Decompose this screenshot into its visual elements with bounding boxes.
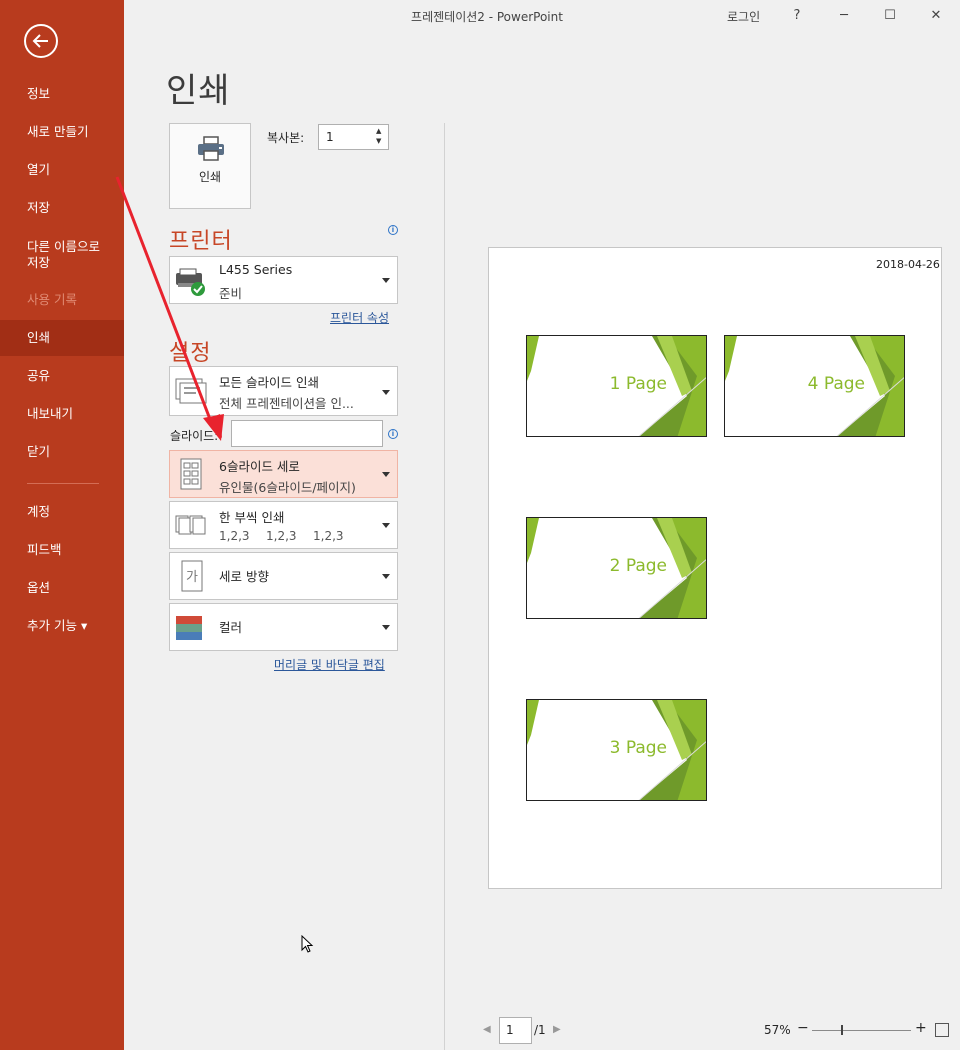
orientation-title: 세로 방향 [219,569,269,584]
copies-label: 복사본: [267,131,305,145]
printer-properties-link[interactable]: 프린터 속성 [330,309,389,326]
fit-to-window-icon[interactable] [935,1023,949,1037]
layout-title: 6슬라이드 세로 [219,459,300,474]
next-page-icon[interactable]: ▶ [553,1024,561,1035]
current-page-input[interactable]: 1 [499,1017,532,1044]
color-mode-icon [176,616,202,640]
orientation-dropdown[interactable]: 가 세로 방향 [169,552,398,600]
chevron-down-icon [382,625,390,630]
title-bar: 프레젠테이션2 - PowerPoint 로그인 ? ─ ☐ ✕ [124,0,960,32]
previous-page-icon[interactable]: ◀ [483,1024,491,1035]
slide-thumbnail: 1 Page [526,335,707,437]
back-button[interactable] [24,24,58,58]
zoom-out-button[interactable]: − [797,1020,809,1036]
sidebar-item-close[interactable]: 닫기 [0,434,124,470]
sidebar-item-print[interactable]: 인쇄 [0,320,124,356]
sidebar-item-share[interactable]: 공유 [0,358,124,394]
preview-date: 2018-04-26 [876,258,940,271]
printer-status: 준비 [219,286,243,301]
maximize-icon[interactable]: ☐ [878,8,902,23]
collation-order: 1,2,3 [219,529,250,543]
info-icon[interactable]: i [388,429,398,439]
portrait-orientation-icon: 가 [181,560,203,592]
collated-icon [175,515,206,535]
sidebar-item-info[interactable]: 정보 [0,76,124,112]
sidebar-item-new[interactable]: 새로 만들기 [0,114,124,150]
handout-layout-icon [180,458,202,490]
help-icon[interactable]: ? [785,8,809,23]
svg-text:가: 가 [186,570,198,585]
collation-order: 1,2,3 [266,529,297,543]
sidebar-item-addins[interactable]: 추가 기능 ▾ [0,608,124,644]
copies-stepper[interactable]: ▲ ▼ [376,126,386,146]
slide-title: 1 Page [609,374,667,394]
print-range-dropdown[interactable]: 모든 슬라이드 인쇄 전체 프레젠테이션을 인... [169,366,398,416]
total-pages: /1 [534,1023,546,1037]
mouse-cursor-icon [301,935,314,953]
slide-thumbnail: 2 Page [526,517,707,619]
sidebar-item-export[interactable]: 내보내기 [0,396,124,432]
info-icon[interactable]: i [388,225,398,235]
print-button-label: 인쇄 [198,170,222,184]
sidebar-item-history: 사용 기록 [27,292,77,307]
collation-dropdown[interactable]: 한 부씩 인쇄 1,2,3 1,2,3 1,2,3 [169,501,398,549]
layout-desc: 유인물(6슬라이드/페이지) [219,480,356,495]
print-preview-page: 2018-04-26 1 Page 4 Page 2 Page 3 Page [488,247,942,889]
chevron-down-icon [382,278,390,283]
sidebar-divider [27,483,99,484]
sidebar-item-open[interactable]: 열기 [0,152,124,188]
minimize-icon[interactable]: ─ [832,8,856,23]
back-arrow-icon [32,34,48,48]
print-range-desc: 전체 프레젠테이션을 인... [219,396,354,411]
page-title: 인쇄 [166,71,231,111]
slide-title: 2 Page [609,556,667,576]
slide-title: 3 Page [609,738,667,758]
slide-title: 4 Page [807,374,865,394]
sidebar-item-save-as[interactable]: 다른 이름으로 저장 [0,237,110,277]
zoom-slider-thumb[interactable] [841,1025,843,1035]
slide-thumbnail: 4 Page [724,335,905,437]
slides-label: 슬라이드: [170,429,219,443]
backstage-sidebar: 정보 새로 만들기 열기 저장 다른 이름으로 저장 사용 기록 인쇄 공유 내… [0,0,124,1050]
header-footer-link[interactable]: 머리글 및 바닥글 편집 [274,656,385,673]
settings-heading: 설정 [169,341,212,366]
sidebar-item-save[interactable]: 저장 [0,190,124,226]
chevron-down-icon [382,390,390,395]
slide-thumbnail: 3 Page [526,699,707,801]
slides-input[interactable] [231,420,383,447]
chevron-down-icon [382,523,390,528]
sidebar-item-account[interactable]: 계정 [0,494,124,530]
printer-ready-icon [176,268,205,296]
zoom-in-button[interactable]: + [915,1020,927,1036]
layout-dropdown[interactable]: 6슬라이드 세로 유인물(6슬라이드/페이지) [169,450,398,498]
chevron-down-icon [382,472,390,477]
close-icon[interactable]: ✕ [924,8,948,23]
printer-icon [198,136,224,161]
color-title: 컬러 [219,620,243,635]
chevron-down-icon [382,574,390,579]
printer-name: L455 Series [219,262,293,277]
collation-title: 한 부씩 인쇄 [219,510,285,525]
sidebar-item-feedback[interactable]: 피드백 [0,532,124,568]
print-range-title: 모든 슬라이드 인쇄 [219,375,319,390]
print-button[interactable]: 인쇄 [169,123,251,209]
sidebar-item-options[interactable]: 옵션 [0,570,124,606]
printer-dropdown[interactable]: L455 Series 준비 [169,256,398,304]
collation-order: 1,2,3 [313,529,344,543]
slides-stack-icon [175,378,207,404]
printer-heading: 프린터 [169,229,233,254]
zoom-slider[interactable] [812,1030,911,1031]
login-link[interactable]: 로그인 [727,8,760,25]
color-dropdown[interactable]: 컬러 [169,603,398,651]
pane-divider [444,123,445,1050]
zoom-level[interactable]: 57% [764,1023,791,1037]
